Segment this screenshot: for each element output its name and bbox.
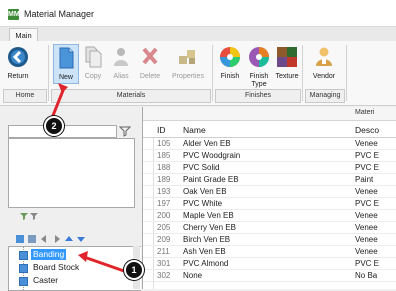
arrow-head-icon	[58, 83, 68, 93]
callout-step-2: 2	[44, 116, 64, 136]
arrow-to-banding	[83, 255, 125, 273]
arrow-head-icon	[78, 251, 88, 262]
callout-step-1: 1	[124, 260, 144, 280]
annotation-arrows	[50, 83, 125, 273]
